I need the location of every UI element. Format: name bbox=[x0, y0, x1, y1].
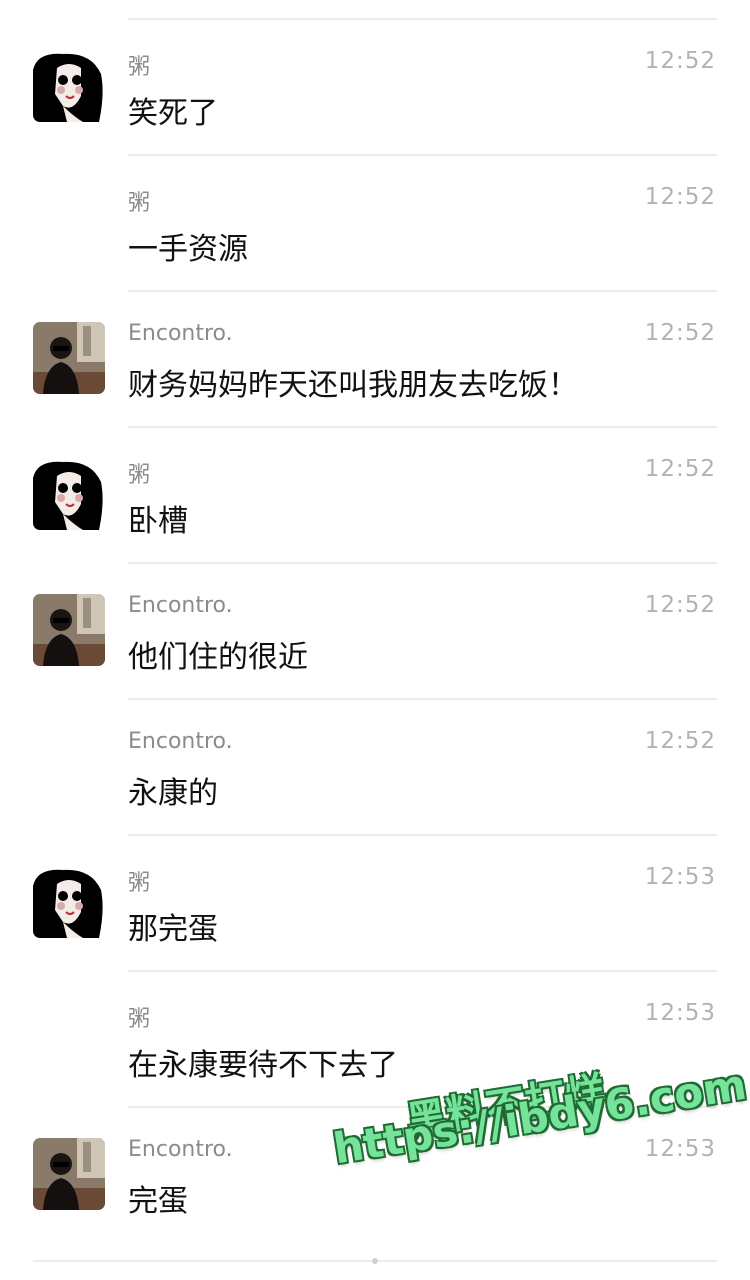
chat-message[interactable]: 粥 12:52 卧槽 bbox=[0, 428, 750, 564]
message-text: 在永康要待不下去了 bbox=[128, 1048, 398, 1083]
chat-message[interactable]: Encontro. 12:52 永康的 bbox=[0, 700, 750, 836]
sender-name: Encontro. bbox=[128, 321, 233, 346]
anime-girl-avatar[interactable] bbox=[33, 50, 105, 122]
woman-photo-avatar[interactable] bbox=[33, 322, 105, 394]
message-time: 12:52 bbox=[644, 320, 716, 346]
sender-name: Encontro. bbox=[128, 593, 233, 618]
message-time: 12:52 bbox=[644, 592, 716, 618]
scroll-indicator-dot bbox=[372, 1258, 378, 1264]
sender-name: 粥 bbox=[128, 191, 151, 216]
sender-name: 粥 bbox=[128, 1007, 151, 1032]
message-text: 一手资源 bbox=[128, 232, 248, 267]
woman-photo-avatar[interactable] bbox=[33, 1138, 105, 1210]
message-time: 12:52 bbox=[644, 184, 716, 210]
message-time: 12:52 bbox=[644, 456, 716, 482]
message-text: 他们住的很近 bbox=[128, 640, 308, 675]
chat-message[interactable]: 粥 12:52 一手资源 bbox=[0, 156, 750, 292]
message-text: 永康的 bbox=[128, 776, 218, 811]
chat-message[interactable]: Encontro. 12:52 财务妈妈昨天还叫我朋友去吃饭！ bbox=[0, 292, 750, 428]
message-text: 完蛋 bbox=[128, 1184, 188, 1219]
message-text: 卧槽 bbox=[128, 504, 188, 539]
anime-girl-avatar[interactable] bbox=[33, 866, 105, 938]
sender-name: 粥 bbox=[128, 871, 151, 896]
message-time: 12:52 bbox=[644, 728, 716, 754]
anime-girl-avatar[interactable] bbox=[33, 458, 105, 530]
sender-name: 粥 bbox=[128, 55, 151, 80]
message-text: 笑死了 bbox=[128, 96, 218, 131]
sender-name: 粥 bbox=[128, 463, 151, 488]
message-time: 12:53 bbox=[644, 1000, 716, 1026]
sender-name: Encontro. bbox=[128, 729, 233, 754]
message-time: 12:53 bbox=[644, 1136, 716, 1162]
message-time: 12:53 bbox=[644, 864, 716, 890]
message-text: 财务妈妈昨天还叫我朋友去吃饭！ bbox=[128, 368, 578, 403]
woman-photo-avatar[interactable] bbox=[33, 594, 105, 666]
chat-message[interactable]: 粥 12:52 笑死了 bbox=[0, 20, 750, 156]
message-text: 那完蛋 bbox=[128, 912, 218, 947]
sender-name: Encontro. bbox=[128, 1137, 233, 1162]
message-time: 12:52 bbox=[644, 48, 716, 74]
chat-message[interactable]: Encontro. 12:52 他们住的很近 bbox=[0, 564, 750, 700]
chat-message[interactable]: 粥 12:53 那完蛋 bbox=[0, 836, 750, 972]
